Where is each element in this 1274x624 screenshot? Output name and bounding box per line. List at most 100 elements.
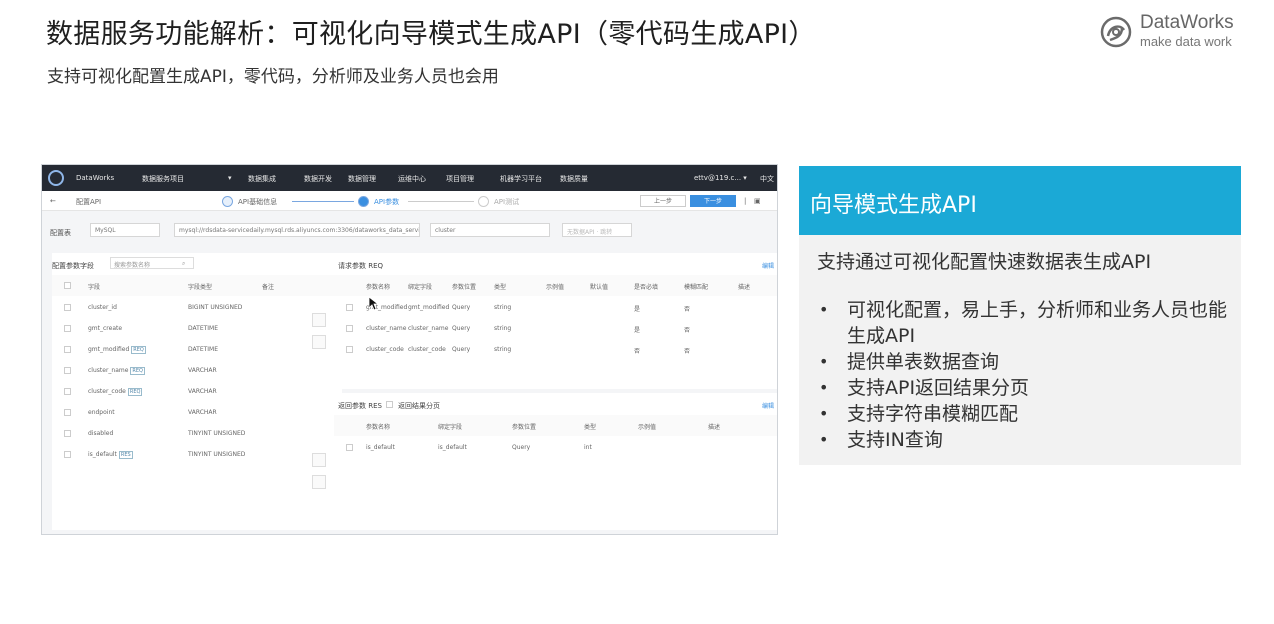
- table-row[interactable]: gmt_modified gmt_modified Query string 是否: [334, 297, 777, 318]
- account-menu[interactable]: ettv@119.c... ▾: [694, 174, 747, 182]
- field-name: gmt_create: [88, 325, 123, 332]
- card-lead-text: 支持通过可视化配置快速数据表生成API: [817, 251, 1152, 273]
- move-left-button[interactable]: [312, 335, 326, 349]
- param-position: Query: [452, 304, 471, 311]
- brand-tagline: make data work: [1140, 34, 1232, 49]
- row-checkbox[interactable]: [346, 444, 353, 451]
- step-api-test[interactable]: API测试: [494, 197, 519, 207]
- res-edit-link[interactable]: 编辑: [762, 401, 774, 410]
- feature-item: • 支持IN查询: [817, 427, 1241, 453]
- project-selector[interactable]: 数据服务项目: [142, 174, 184, 184]
- feature-text: 提供单表数据查询: [847, 351, 1000, 373]
- field-name: cluster_code REQ: [88, 388, 143, 396]
- move-right-button[interactable]: [312, 453, 326, 467]
- next-step-button[interactable]: 下一步: [690, 195, 736, 207]
- table-row[interactable]: cluster_id BIGINT UNSIGNED: [52, 297, 342, 318]
- row-checkbox[interactable]: [64, 346, 71, 353]
- feature-text: 可视化配置，易上手，分析师和业务人员也能生成API: [847, 299, 1228, 347]
- param-type: string: [494, 346, 512, 353]
- col-type: 字段类型: [188, 284, 213, 291]
- language-switch[interactable]: 中文: [760, 174, 774, 184]
- config-jump-button[interactable]: 无数据API · 跳转: [562, 223, 632, 237]
- product-screenshot: DataWorks 数据服务项目 ▾ 数据集成 数据开发 数据管理 运维中心 项…: [41, 164, 778, 535]
- table-row[interactable]: gmt_modified REQ DATETIME: [52, 339, 342, 360]
- field-type: DATETIME: [188, 346, 219, 353]
- step-api-params[interactable]: API参数: [374, 197, 399, 207]
- paging-checkbox[interactable]: [386, 401, 393, 408]
- step-basic-info[interactable]: API基础信息: [238, 197, 277, 207]
- table-row[interactable]: gmt_create DATETIME: [52, 318, 342, 339]
- table-row[interactable]: cluster_name cluster_name Query string 是否: [334, 318, 777, 339]
- menu-ops-center[interactable]: 运维中心: [398, 174, 426, 184]
- req-col-header: 参数位置: [452, 284, 477, 291]
- row-checkbox[interactable]: [64, 304, 71, 311]
- req-title: 请求参数 REQ: [338, 262, 384, 270]
- table-row[interactable]: cluster_code REQ VARCHAR: [52, 381, 342, 402]
- card-body: 支持通过可视化配置快速数据表生成API • 可视化配置，易上手，分析师和业务人员也…: [799, 235, 1241, 465]
- table-row[interactable]: cluster_name REQ VARCHAR: [52, 360, 342, 381]
- row-checkbox[interactable]: [64, 451, 71, 458]
- field-tag-badge: REQ: [130, 367, 145, 375]
- feature-item: • 提供单表数据查询: [817, 349, 1241, 375]
- field-panel: 配置参数字段 搜索参数名称 ⌕ 字段 字段类型 备注 cluster_id BIG…: [52, 253, 342, 530]
- config-table-label: 配置表: [50, 229, 71, 237]
- row-checkbox[interactable]: [64, 325, 71, 332]
- move-left-button[interactable]: [312, 475, 326, 489]
- row-checkbox[interactable]: [64, 388, 71, 395]
- bullet-icon: •: [819, 300, 829, 319]
- field-name: cluster_id: [88, 304, 117, 311]
- save-icon[interactable]: ▣: [754, 197, 761, 205]
- menu-data-quality[interactable]: 数据质量: [560, 174, 588, 184]
- menu-ml-platform[interactable]: 机器学习平台: [500, 174, 542, 184]
- feature-item: • 可视化配置，易上手，分析师和业务人员也能生成API: [817, 297, 1241, 349]
- divider: |: [744, 197, 747, 205]
- param-type: int: [584, 444, 592, 451]
- card-header: 向导模式生成API: [799, 166, 1241, 235]
- row-checkbox[interactable]: [64, 367, 71, 374]
- menu-data-dev[interactable]: 数据开发: [304, 174, 332, 184]
- step-current-icon: [358, 196, 369, 207]
- step-pending-icon: [478, 196, 489, 207]
- req-edit-link[interactable]: 编辑: [762, 261, 774, 270]
- table-row[interactable]: endpoint VARCHAR: [52, 402, 342, 423]
- table-select[interactable]: cluster: [430, 223, 550, 237]
- table-row[interactable]: cluster_code cluster_code Query string 否 否: [334, 339, 777, 360]
- card-header-title: 向导模式生成API: [810, 193, 977, 218]
- datasource-type-select[interactable]: MySQL: [90, 223, 160, 237]
- field-type: VARCHAR: [188, 367, 217, 374]
- row-checkbox[interactable]: [346, 346, 353, 353]
- row-checkbox[interactable]: [64, 430, 71, 437]
- prev-step-button[interactable]: 上一步: [640, 195, 686, 207]
- bind-field: cluster_name: [408, 325, 449, 332]
- response-params-panel: 返回参数 RES 返回结果分页 编辑 参数名称 绑定字段 参数位置 类型 示例值 描述 i…: [334, 393, 777, 530]
- table-row[interactable]: disabled TINYINT UNSIGNED: [52, 423, 342, 444]
- menu-project-manage[interactable]: 项目管理: [446, 174, 474, 184]
- feature-item: • 支持字符串模糊匹配: [817, 401, 1241, 427]
- res-col-header: 绑定字段: [438, 424, 463, 431]
- config-row: 配置表 MySQL mysql://rdsdata-servicedaily.m…: [42, 212, 777, 252]
- search-icon[interactable]: ⌕: [182, 260, 185, 268]
- project-caret-icon[interactable]: ▾: [228, 174, 232, 182]
- field-name: cluster_name REQ: [88, 367, 145, 375]
- row-checkbox[interactable]: [346, 325, 353, 332]
- back-arrow-icon[interactable]: ←: [50, 197, 56, 205]
- param-name: is_default: [366, 444, 395, 451]
- datasource-select[interactable]: mysql://rdsdata-servicedaily.mysql.rds.a…: [174, 223, 420, 237]
- field-type: TINYINT UNSIGNED: [188, 430, 246, 437]
- row-checkbox[interactable]: [64, 409, 71, 416]
- table-row[interactable]: is_default is_default Query int: [334, 437, 777, 458]
- bullet-icon: •: [819, 404, 829, 423]
- select-all-checkbox[interactable]: [64, 282, 71, 289]
- bind-field: gmt_modified: [408, 304, 450, 311]
- request-params-panel: 请求参数 REQ 编辑 参数名称 绑定字段 参数位置 类型 示例值 默认值 是否必填 模糊匹配…: [334, 253, 777, 389]
- menu-data-manage[interactable]: 数据管理: [348, 174, 376, 184]
- req-table-header: 参数名称 绑定字段 参数位置 类型 示例值 默认值 是否必填 模糊匹配 描述: [334, 275, 777, 296]
- table-row[interactable]: is_default RES TINYINT UNSIGNED: [52, 444, 342, 465]
- col-field: 字段: [88, 284, 101, 291]
- move-right-button[interactable]: [312, 313, 326, 327]
- res-title: 返回参数 RES: [338, 402, 382, 410]
- res-col-header: 描述: [708, 424, 721, 431]
- menu-data-integration[interactable]: 数据集成: [248, 174, 276, 184]
- bind-field: is_default: [438, 444, 467, 451]
- row-checkbox[interactable]: [346, 304, 353, 311]
